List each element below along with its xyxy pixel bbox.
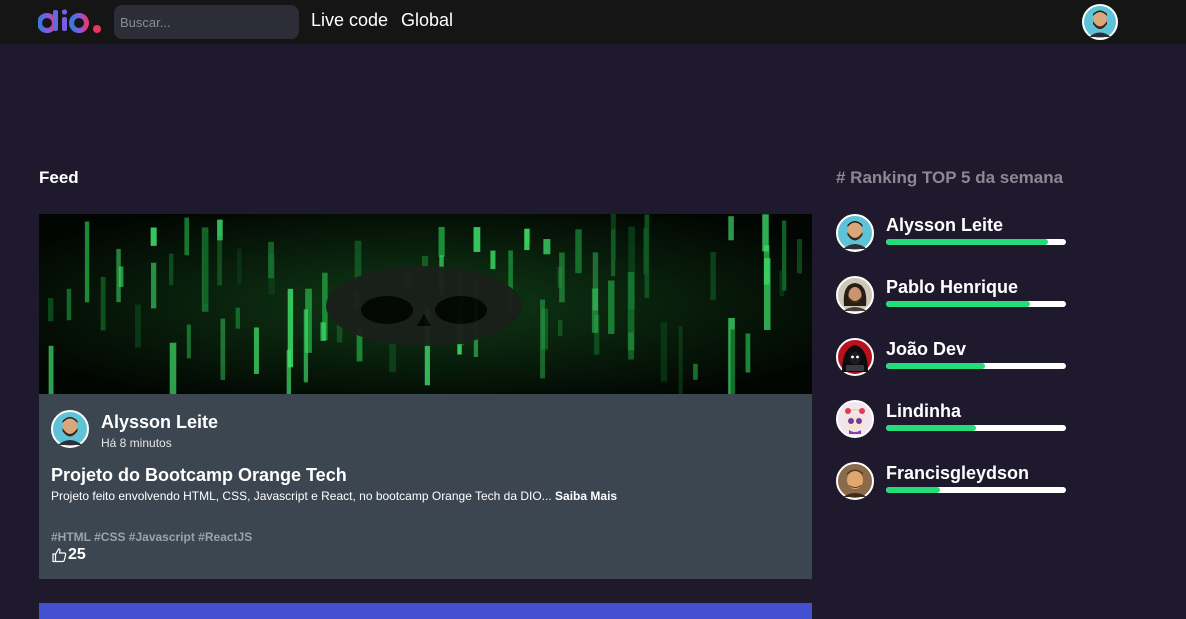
ranking-avatar bbox=[836, 462, 874, 500]
search-input[interactable] bbox=[114, 5, 299, 39]
user-avatar[interactable] bbox=[1082, 4, 1118, 40]
ranking-avatar bbox=[836, 338, 874, 376]
post-card[interactable]: Alysson Leite Há 8 minutos Projeto do Bo… bbox=[39, 214, 812, 579]
post-author-name[interactable]: Alysson Leite bbox=[101, 412, 218, 433]
like-button[interactable]: 25 bbox=[51, 546, 86, 564]
ranking-progress-fill bbox=[886, 487, 940, 493]
ranking-progress-bar bbox=[886, 425, 1066, 431]
ranking-progress-bar bbox=[886, 487, 1066, 493]
ranking-item-2[interactable]: Pablo Henrique bbox=[836, 276, 1076, 316]
post-tags: #HTML #CSS #Javascript #ReactJS bbox=[51, 530, 253, 544]
post-timestamp: Há 8 minutos bbox=[101, 436, 172, 450]
ranking-item-3[interactable]: João Dev bbox=[836, 338, 1076, 378]
post-author-avatar[interactable] bbox=[51, 410, 89, 448]
ranking-progress-fill bbox=[886, 239, 1048, 245]
dio-logo[interactable] bbox=[38, 8, 104, 36]
ranking-avatar bbox=[836, 276, 874, 314]
ranking-progress-bar bbox=[886, 363, 1066, 369]
ranking-progress-bar bbox=[886, 301, 1066, 307]
ranking-name: Lindinha bbox=[886, 401, 961, 421]
ranking-item-5[interactable]: Francisgleydson bbox=[836, 462, 1076, 502]
read-more-link[interactable]: Saiba Mais bbox=[555, 489, 617, 503]
ranking-progress-fill bbox=[886, 363, 985, 369]
post-banner-image bbox=[39, 214, 812, 394]
skull-shape bbox=[326, 266, 522, 346]
likes-count: 25 bbox=[68, 546, 86, 563]
nav-global-link[interactable]: Global bbox=[401, 10, 453, 31]
ranking-progress-fill bbox=[886, 301, 1030, 307]
ranking-name: João Dev bbox=[886, 339, 967, 359]
next-post-card[interactable] bbox=[39, 603, 812, 619]
ranking-progress-bar bbox=[886, 239, 1066, 245]
ranking-name: Alysson Leite bbox=[886, 215, 1004, 235]
thumbs-up-icon bbox=[52, 548, 67, 563]
ranking-title: # Ranking TOP 5 da semana bbox=[836, 168, 1064, 187]
ranking-item-4[interactable]: Lindinha bbox=[836, 400, 1076, 440]
ranking-item-1[interactable]: Alysson Leite bbox=[836, 214, 1076, 254]
ranking-progress-fill bbox=[886, 425, 976, 431]
ranking-avatar bbox=[836, 214, 874, 252]
post-description: Projeto feito envolvendo HTML, CSS, Java… bbox=[51, 489, 617, 503]
nav-live-code-link[interactable]: Live code bbox=[311, 10, 388, 31]
ranking-name: Francisgleydson bbox=[886, 463, 1030, 483]
top-navbar: Live code Global bbox=[0, 0, 1186, 44]
ranking-avatar bbox=[836, 400, 874, 438]
post-title[interactable]: Projeto do Bootcamp Orange Tech bbox=[51, 465, 347, 486]
feed-title: Feed bbox=[39, 168, 79, 187]
ranking-name: Pablo Henrique bbox=[886, 277, 1019, 297]
post-description-text: Projeto feito envolvendo HTML, CSS, Java… bbox=[51, 489, 552, 503]
